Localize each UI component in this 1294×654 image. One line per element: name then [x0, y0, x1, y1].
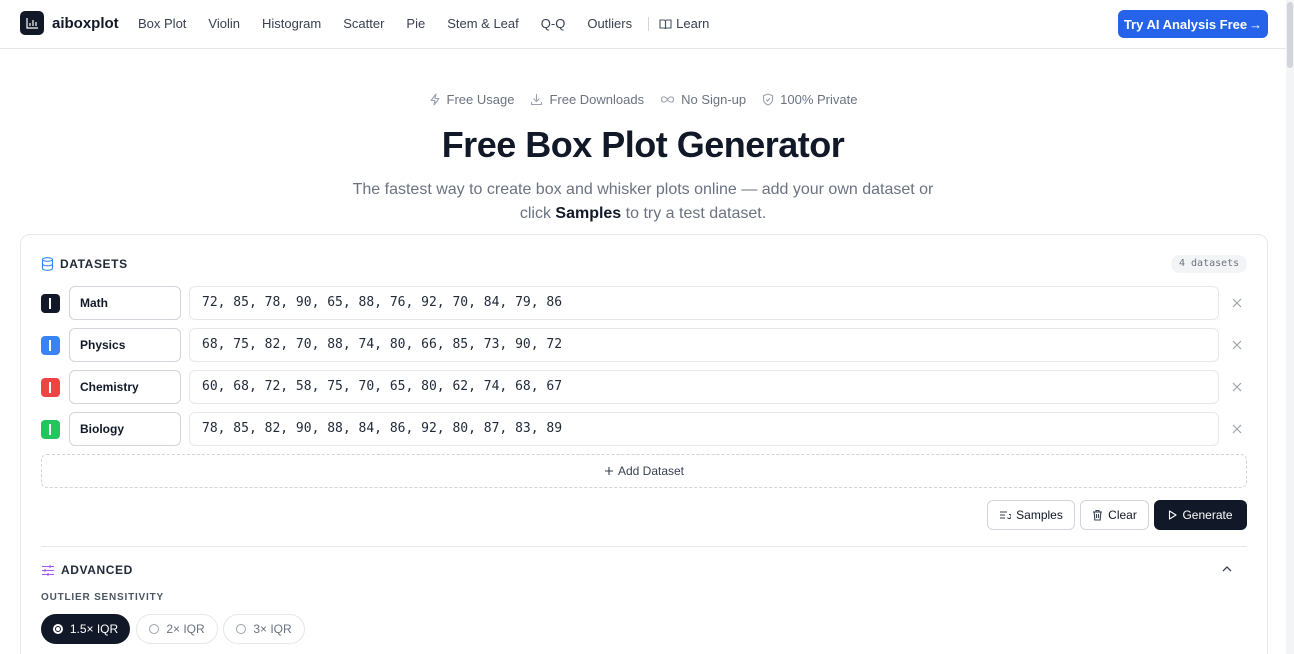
clear-button[interactable]: Clear: [1080, 500, 1149, 530]
feature-free-usage: Free Usage: [429, 92, 515, 107]
samples-button[interactable]: Samples: [987, 500, 1075, 530]
feature-free-downloads: Free Downloads: [530, 92, 644, 107]
sliders-icon: [42, 564, 54, 576]
feature-private: 100% Private: [762, 92, 857, 107]
subtitle-text-end: to try a test dataset.: [625, 205, 767, 222]
nav-q-q[interactable]: Q-Q: [541, 16, 566, 31]
scrollbar-thumb[interactable]: [1287, 2, 1293, 68]
section-divider: [41, 546, 1247, 547]
nav-box-plot[interactable]: Box Plot: [138, 16, 186, 31]
outlier-sensitivity-label: OUTLIER SENSITIVITY: [41, 592, 164, 603]
infinity-icon: [661, 96, 675, 103]
generator-card: DATASETS 4 datasets Math 72, 85, 78, 90,…: [20, 234, 1268, 654]
iqr-option-label: 1.5× IQR: [69, 622, 119, 636]
bolt-icon: [429, 93, 440, 106]
cta-label: Try AI Analysis Free: [1123, 16, 1248, 32]
generate-button[interactable]: Generate: [1154, 500, 1247, 530]
close-icon[interactable]: [1229, 378, 1245, 396]
iqr-option-2[interactable]: 2× IQR: [136, 614, 218, 644]
iqr-option-3[interactable]: 3× IQR: [223, 614, 305, 644]
radio-selected-icon: [52, 624, 63, 634]
nav-learn[interactable]: Learn: [659, 16, 709, 31]
feature-label: Free Usage: [446, 92, 515, 107]
dataset-row: Chemistry 60, 68, 72, 58, 75, 70, 65, 80…: [41, 370, 1249, 404]
try-ai-analysis-button[interactable]: Try AI Analysis Free →: [1118, 10, 1268, 38]
dataset-row: Physics 68, 75, 82, 70, 88, 74, 80, 66, …: [41, 328, 1249, 362]
dataset-name-input[interactable]: Physics: [69, 328, 181, 362]
database-icon: [41, 257, 54, 271]
close-icon[interactable]: [1229, 420, 1245, 438]
iqr-option-label: 3× IQR: [253, 622, 292, 636]
dataset-name-input[interactable]: Biology: [69, 412, 181, 446]
add-dataset-label: Add Dataset: [617, 464, 685, 478]
close-icon[interactable]: [1229, 336, 1245, 354]
book-icon: [659, 18, 672, 29]
color-swatch[interactable]: [41, 294, 60, 313]
bar-chart-logo-icon: [20, 11, 44, 35]
logo[interactable]: aiboxplot: [20, 11, 119, 35]
nav-pie[interactable]: Pie: [406, 16, 425, 31]
datasets-heading: DATASETS: [41, 257, 128, 271]
nav-divider: [648, 16, 650, 31]
color-swatch[interactable]: [41, 420, 60, 439]
dataset-values-input[interactable]: 60, 68, 72, 58, 75, 70, 65, 80, 62, 74, …: [189, 370, 1219, 404]
nav-stem-leaf[interactable]: Stem & Leaf: [447, 16, 519, 31]
color-swatch[interactable]: [41, 378, 60, 397]
dataset-values-input[interactable]: 72, 85, 78, 90, 65, 88, 76, 92, 70, 84, …: [189, 286, 1219, 320]
nav-histogram[interactable]: Histogram: [262, 16, 321, 31]
feature-label: 100% Private: [780, 92, 858, 107]
advanced-toggle[interactable]: ADVANCED: [41, 563, 133, 577]
list-icon: [1000, 511, 1012, 520]
nav-violin[interactable]: Violin: [208, 16, 240, 31]
dataset-values-input[interactable]: 78, 85, 82, 90, 88, 84, 86, 92, 80, 87, …: [189, 412, 1219, 446]
close-icon[interactable]: [1229, 294, 1245, 312]
main-nav: Box Plot Violin Histogram Scatter Pie St…: [138, 16, 709, 31]
page-scrollbar[interactable]: [1286, 0, 1294, 654]
clear-label: Clear: [1108, 508, 1137, 522]
chevron-up-icon[interactable]: [1222, 565, 1232, 572]
samples-label: Samples: [1016, 508, 1063, 522]
radio-unselected-icon: [236, 624, 247, 634]
radio-unselected-icon: [149, 624, 160, 634]
dataset-name-input[interactable]: Math: [69, 286, 181, 320]
top-header: aiboxplot Box Plot Violin Histogram Scat…: [0, 0, 1286, 49]
advanced-heading-label: ADVANCED: [61, 563, 133, 577]
arrow-right-icon: →: [1249, 16, 1263, 32]
iqr-option-1-5[interactable]: 1.5× IQR: [41, 614, 130, 644]
dataset-row: Biology 78, 85, 82, 90, 88, 84, 86, 92, …: [41, 412, 1249, 446]
download-icon: [531, 94, 543, 106]
plus-icon: [604, 467, 613, 475]
dataset-values-input[interactable]: 68, 75, 82, 70, 88, 74, 80, 66, 85, 73, …: [189, 328, 1219, 362]
feature-label: No Sign-up: [681, 92, 747, 107]
dataset-row: Math 72, 85, 78, 90, 65, 88, 76, 92, 70,…: [41, 286, 1249, 320]
shield-icon: [763, 93, 774, 106]
trash-icon: [1093, 509, 1103, 521]
feature-strip: Free Usage Free Downloads No Sign-up 100…: [0, 92, 1286, 107]
logo-text: aiboxplot: [52, 14, 119, 32]
generate-label: Generate: [1182, 508, 1233, 522]
page-subtitle: The fastest way to create box and whiske…: [343, 178, 943, 226]
nav-scatter[interactable]: Scatter: [343, 16, 384, 31]
add-dataset-button[interactable]: Add Dataset: [41, 454, 1247, 488]
page-title: Free Box Plot Generator: [441, 124, 845, 165]
subtitle-samples: Samples: [555, 205, 622, 222]
play-icon: [1169, 510, 1178, 520]
datasets-heading-label: DATASETS: [60, 257, 128, 271]
dataset-count-badge: 4 datasets: [1171, 255, 1248, 273]
color-swatch[interactable]: [41, 336, 60, 355]
nav-outliers[interactable]: Outliers: [587, 16, 632, 31]
iqr-option-label: 2× IQR: [166, 622, 205, 636]
feature-label: Free Downloads: [549, 92, 645, 107]
feature-no-signup: No Sign-up: [660, 92, 746, 107]
learn-label: Learn: [676, 16, 710, 31]
dataset-name-input[interactable]: Chemistry: [69, 370, 181, 404]
